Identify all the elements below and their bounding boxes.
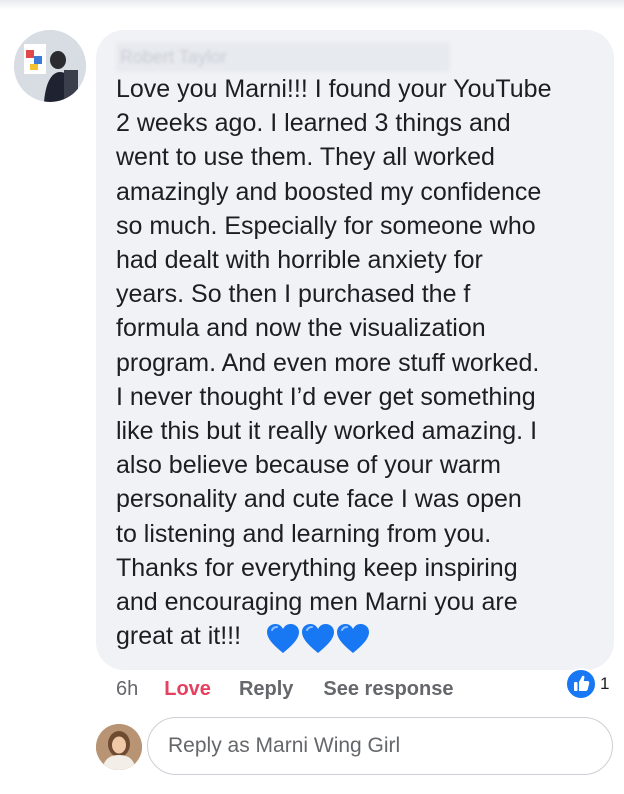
top-strip (0, 0, 624, 10)
reaction-summary[interactable]: 1 (565, 668, 609, 700)
comment-bubble: Robert Taylor Love you Marni!!! I found … (96, 30, 614, 670)
see-response-button[interactable]: See response (323, 678, 453, 701)
like-reaction-icon (565, 668, 597, 700)
comment-text: Love you Marni!!! I found your YouTube 2… (116, 75, 552, 651)
emoji-group (266, 623, 370, 655)
blue-heart-icon (337, 624, 369, 653)
blue-heart-icon (267, 624, 299, 653)
blue-heart-icon (302, 624, 334, 653)
comment-actions: 6h Love Reply See response (116, 674, 453, 704)
reaction-count: 1 (600, 674, 610, 693)
commenter-avatar-image (14, 30, 86, 102)
commenter-avatar[interactable] (14, 30, 86, 102)
reply-input[interactable]: Reply as Marni Wing Girl (147, 717, 613, 775)
comment-timestamp[interactable]: 6h (116, 678, 138, 701)
reply-user-avatar (96, 724, 142, 770)
love-button[interactable]: Love (164, 678, 211, 701)
comment-author-name[interactable]: Robert Taylor (116, 42, 450, 72)
reply-button[interactable]: Reply (239, 678, 293, 701)
reply-user-avatar-image (96, 724, 142, 770)
